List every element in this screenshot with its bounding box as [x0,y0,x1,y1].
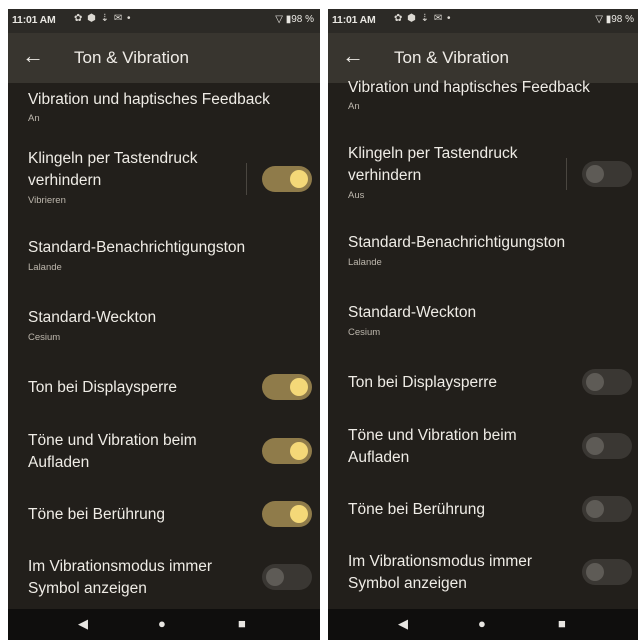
toggle-knob [290,378,308,396]
nav-recents-icon[interactable]: ■ [558,616,566,631]
setting-alarm-tone[interactable]: Standard-Weckton Cesium [328,296,638,346]
toggle-switch[interactable] [582,433,632,459]
nav-home-icon[interactable]: ● [478,616,486,631]
arrow-left-icon[interactable]: ← [22,44,46,68]
toggle-knob [290,442,308,460]
setting-touch-sounds[interactable]: Töne bei Berührung [8,499,320,539]
setting-label-line1: Töne und Vibration beim [28,432,197,449]
setting-label-line1: Klingeln per Tastendruck [348,145,518,162]
wifi-icon: ▽ [275,14,283,25]
status-time: 11:01 AM [332,14,376,26]
setting-label: Ton bei Displaysperre [348,374,498,391]
setting-charging-sounds[interactable]: Töne und Vibration beim Aufladen [328,422,638,472]
toggle-switch[interactable] [582,369,632,395]
setting-alarm-tone[interactable]: Standard-Weckton Cesium [8,301,320,351]
setting-summary: Lalande [348,257,382,268]
setting-label: Vibration und haptisches Feedback [348,79,590,96]
setting-charging-sounds[interactable]: Töne und Vibration beim Aufladen [8,427,320,477]
setting-notification-tone[interactable]: Standard-Benachrichtigungston Lalande [328,226,638,276]
setting-label-line2: verhindern [348,167,422,184]
toggle-knob [290,505,308,523]
setting-label-line2: Symbol anzeigen [348,575,467,592]
toggle-switch[interactable] [582,559,632,585]
toggle-switch[interactable] [262,564,312,590]
setting-label-line1: Töne und Vibration beim [348,427,517,444]
setting-touch-sounds[interactable]: Töne bei Berührung [328,494,638,534]
phone-screen-left: 11:01 AM ✿ ⬢ ⇣ ✉ • ▽ ▮98 % ← Ton & Vibra… [8,9,320,640]
setting-label: Standard-Benachrichtigungston [348,234,566,251]
setting-block-ring-on-press[interactable]: Klingeln per Tastendruck verhindern Aus [328,137,638,209]
setting-label: Töne bei Berührung [28,506,166,523]
setting-label-line2: Aufladen [28,454,90,471]
setting-vibration-feedback[interactable]: Vibration und haptisches Feedback An [8,83,320,133]
setting-label: Ton bei Displaysperre [28,379,178,396]
arrow-left-icon[interactable]: ← [342,44,366,68]
nav-back-icon[interactable]: ◀ [78,616,88,632]
battery-level: 98 % [611,14,634,25]
setting-label-line2: verhindern [28,172,102,189]
toggle-switch[interactable] [582,161,632,187]
phone-screen-right: 11:01 AM ✿ ⬢ ⇣ ✉ • ▽ ▮98 % ← Ton & Vibra… [328,9,638,640]
toggle-knob [586,437,604,455]
navigation-bar: ◀ ● ■ [328,609,638,640]
setting-label: Standard-Benachrichtigungston [28,239,246,256]
setting-lock-sound[interactable]: Ton bei Displaysperre [328,366,638,406]
nav-recents-icon[interactable]: ■ [238,616,246,631]
app-bar: ← Ton & Vibration [8,33,320,83]
divider [566,158,567,190]
navigation-bar: ◀ ● ■ [8,609,320,640]
toggle-knob [586,563,604,581]
status-bar: 11:01 AM ✿ ⬢ ⇣ ✉ • ▽ ▮98 % [8,9,320,33]
battery-level: 98 % [291,14,314,25]
page-title: Ton & Vibration [74,48,189,67]
setting-summary: An [28,113,40,124]
toggle-switch[interactable] [262,374,312,400]
setting-lock-sound[interactable]: Ton bei Displaysperre [8,371,320,411]
setting-summary: Cesium [348,327,381,338]
wifi-icon: ▽ [595,14,603,25]
page-title: Ton & Vibration [394,48,509,67]
setting-label-line2: Aufladen [348,449,410,466]
toggle-switch[interactable] [262,166,312,192]
toggle-knob [290,170,308,188]
setting-label: Töne bei Berührung [348,501,486,518]
setting-label-line2: Symbol anzeigen [28,580,147,597]
setting-summary: Cesium [28,332,61,343]
setting-label: Standard-Weckton [28,309,157,326]
toggle-knob [586,373,604,391]
setting-summary: Lalande [28,262,62,273]
status-bar: 11:01 AM ✿ ⬢ ⇣ ✉ • ▽ ▮98 % [328,9,638,33]
setting-summary: Aus [348,190,365,201]
setting-vibrate-icon[interactable]: Im Vibrationsmodus immer Symbol anzeigen [8,553,320,603]
toggle-switch[interactable] [582,496,632,522]
setting-notification-tone[interactable]: Standard-Benachrichtigungston Lalande [8,231,320,281]
notification-icons: ✿ ⬢ ⇣ ✉ • [74,13,132,24]
setting-label: Standard-Weckton [348,304,477,321]
setting-block-ring-on-press[interactable]: Klingeln per Tastendruck verhindern Vibr… [8,142,320,214]
toggle-switch[interactable] [262,438,312,464]
toggle-knob [586,165,604,183]
toggle-switch[interactable] [262,501,312,527]
status-time: 11:01 AM [12,14,56,26]
setting-label-line1: Im Vibrationsmodus immer [28,558,213,575]
setting-summary: Vibrieren [28,195,66,206]
setting-label: Vibration und haptisches Feedback [28,91,270,108]
toggle-knob [586,500,604,518]
setting-label-line1: Im Vibrationsmodus immer [348,553,533,570]
divider [246,163,247,195]
setting-vibration-feedback[interactable]: Vibration und haptisches Feedback An [328,75,638,125]
setting-summary: An [348,101,360,112]
toggle-knob [266,568,284,586]
nav-home-icon[interactable]: ● [158,616,166,631]
setting-label-line1: Klingeln per Tastendruck [28,150,198,167]
setting-vibrate-icon[interactable]: Im Vibrationsmodus immer Symbol anzeigen [328,548,638,598]
nav-back-icon[interactable]: ◀ [398,616,408,632]
notification-icons: ✿ ⬢ ⇣ ✉ • [394,13,452,24]
